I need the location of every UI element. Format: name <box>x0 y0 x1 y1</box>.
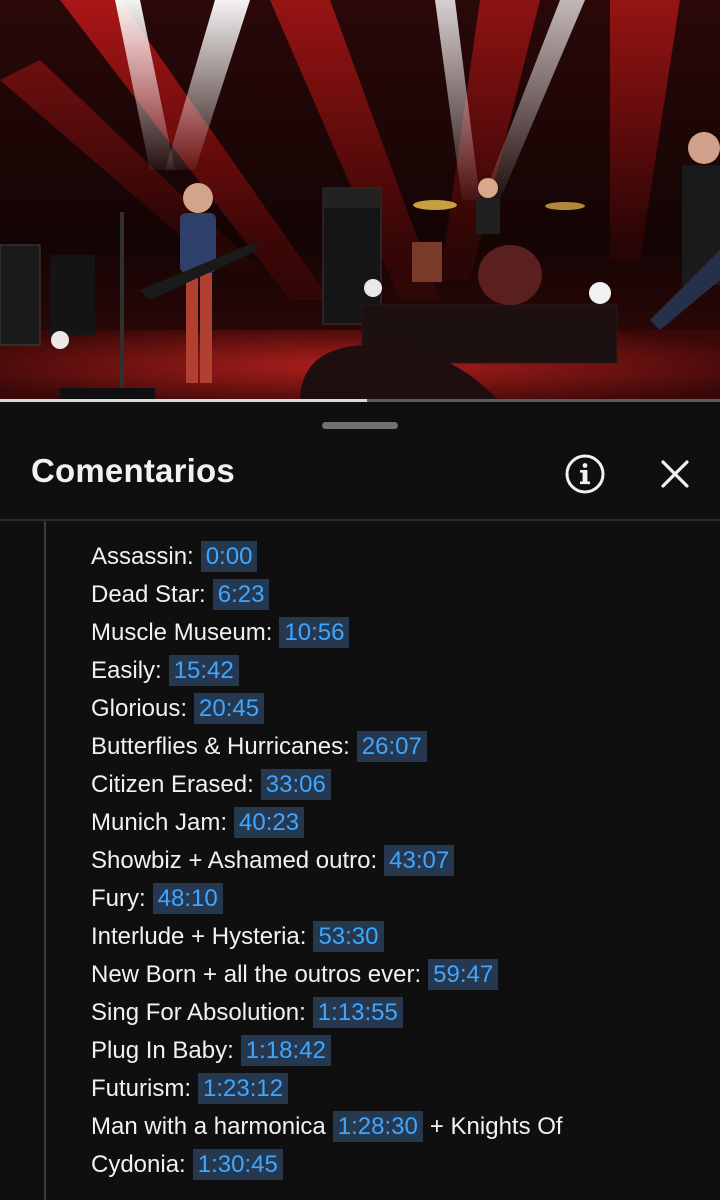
timestamp-link[interactable]: 33:06 <box>260 769 331 800</box>
song-name: Man with a harmonica <box>91 1113 326 1140</box>
reply-thread-line <box>44 521 46 1200</box>
setlist-line: Dead Star: 6:23 <box>91 576 701 614</box>
song-name: Futurism: <box>91 1075 192 1102</box>
drag-handle[interactable] <box>322 422 398 429</box>
timestamp-link[interactable]: 15:42 <box>168 655 239 686</box>
song-name: Fury: <box>91 885 146 912</box>
panel-title: Comentarios <box>31 452 235 489</box>
setlist-line: Muscle Museum: 10:56 <box>91 614 701 652</box>
comment-text: Assassin: 0:00 Dead Star: 6:23 Muscle Muse… <box>91 538 701 1184</box>
setlist-line: Butterflies & Hurricanes: 26:07 <box>91 728 701 766</box>
song-name: Interlude + Hysteria: <box>91 923 307 950</box>
song-name: Sing For Absolution: <box>91 999 306 1026</box>
setlist-line: New Born + all the outros ever: 59:47 <box>91 956 701 994</box>
song-name: Muscle Museum: <box>91 619 273 646</box>
timestamp-link[interactable]: 6:23 <box>212 579 270 610</box>
timestamp-link[interactable]: 1:28:30 <box>332 1111 423 1142</box>
video-player[interactable] <box>0 0 720 402</box>
song-name: Easily: <box>91 657 162 684</box>
timestamp-link[interactable]: 1:30:45 <box>192 1149 283 1180</box>
setlist-line: Citizen Erased: 33:06 <box>91 766 701 804</box>
setlist-line: Plug In Baby: 1:18:42 <box>91 1032 701 1070</box>
timestamp-link[interactable]: 43:07 <box>384 845 455 876</box>
setlist-line: Interlude + Hysteria: 53:30 <box>91 918 701 956</box>
close-icon <box>661 460 689 488</box>
timestamp-link[interactable]: 40:23 <box>234 807 305 838</box>
timestamp-link[interactable]: 20:45 <box>194 693 265 724</box>
timestamp-link[interactable]: 1:13:55 <box>312 997 403 1028</box>
concert-video-frame <box>0 0 720 402</box>
timestamp-link[interactable]: 0:00 <box>200 541 258 572</box>
setlist-line: Assassin: 0:00 <box>91 538 701 576</box>
setlist-line: Man with a harmonica 1:28:30 + Knights Of <box>91 1108 701 1146</box>
close-button[interactable] <box>653 452 697 496</box>
info-button[interactable] <box>563 452 607 496</box>
song-name: Citizen Erased: <box>91 771 254 798</box>
timestamp-link[interactable]: 1:18:42 <box>240 1035 331 1066</box>
setlist-line: Glorious: 20:45 <box>91 690 701 728</box>
timestamp-link[interactable]: 59:47 <box>428 959 499 990</box>
song-name: Assassin: <box>91 543 194 570</box>
comments-panel: Comentarios Assassin: 0:00 Dead Star: 6:23… <box>0 402 720 1200</box>
setlist-line: Futurism: 1:23:12 <box>91 1070 701 1108</box>
song-name-continued: + Knights Of <box>429 1113 563 1140</box>
song-name: Plug In Baby: <box>91 1037 234 1064</box>
timestamp-link[interactable]: 26:07 <box>356 731 427 762</box>
song-name: Cydonia: <box>91 1151 186 1178</box>
song-name: Dead Star: <box>91 581 206 608</box>
timestamp-link[interactable]: 48:10 <box>152 883 223 914</box>
header-divider <box>0 519 720 521</box>
setlist-line: Easily: 15:42 <box>91 652 701 690</box>
song-name: Showbiz + Ashamed outro: <box>91 847 378 874</box>
timestamp-link[interactable]: 1:23:12 <box>198 1073 289 1104</box>
setlist-line: Fury: 48:10 <box>91 880 701 918</box>
setlist-line: Showbiz + Ashamed outro: 43:07 <box>91 842 701 880</box>
info-icon <box>565 454 605 494</box>
song-name: Glorious: <box>91 695 188 722</box>
setlist-line: Munich Jam: 40:23 <box>91 804 701 842</box>
song-name: Butterflies & Hurricanes: <box>91 733 350 760</box>
setlist-line: Sing For Absolution: 1:13:55 <box>91 994 701 1032</box>
song-name: Munich Jam: <box>91 809 228 836</box>
timestamp-link[interactable]: 10:56 <box>279 617 350 648</box>
timestamp-link[interactable]: 53:30 <box>313 921 384 952</box>
song-name: New Born + all the outros ever: <box>91 961 422 988</box>
setlist-line: Cydonia: 1:30:45 <box>91 1146 701 1184</box>
